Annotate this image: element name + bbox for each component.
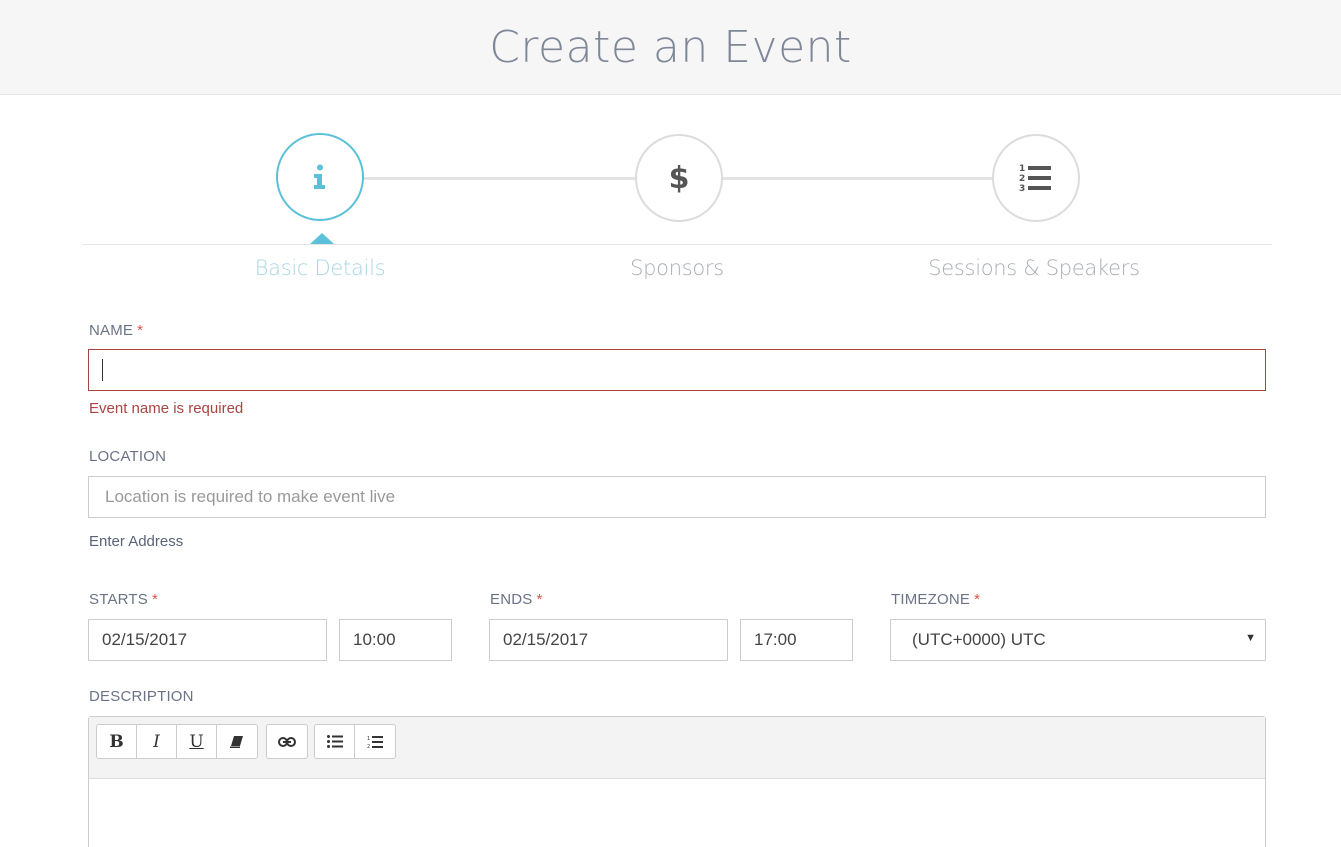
timezone-label: TIMEZONE *: [891, 591, 980, 608]
bullet-list-button[interactable]: [315, 725, 355, 758]
svg-text:2: 2: [1019, 174, 1025, 184]
timezone-label-text: TIMEZONE: [891, 591, 971, 608]
svg-text:1: 1: [367, 736, 370, 742]
italic-button[interactable]: I: [137, 725, 177, 758]
ends-label: ENDS *: [490, 591, 543, 608]
starts-label: STARTS *: [89, 591, 158, 608]
editor-toolbar: B I U 1 2: [89, 717, 1265, 779]
step-label-sponsors[interactable]: Sponsors: [527, 256, 827, 280]
required-marker: *: [536, 591, 543, 608]
numbered-list-icon: 1 2 3: [1019, 164, 1051, 193]
start-date-value: 02/15/2017: [102, 630, 188, 649]
enter-address-link[interactable]: Enter Address: [89, 533, 183, 550]
dropdown-caret-icon: ▼: [1245, 632, 1256, 644]
required-marker: *: [974, 591, 981, 608]
clear-format-button[interactable]: [217, 725, 257, 758]
stepper-connector: [720, 177, 995, 180]
text-cursor: [102, 359, 103, 381]
timezone-select[interactable]: (UTC+0000) UTC ▼: [890, 619, 1266, 661]
starts-label-text: STARTS: [89, 591, 148, 608]
description-editor[interactable]: B I U 1 2: [88, 716, 1266, 847]
link-button-group: [266, 724, 308, 759]
step-label-basic-details[interactable]: Basic Details: [170, 256, 470, 280]
svg-text:1: 1: [1019, 164, 1025, 174]
start-time-value: 10:00: [353, 630, 396, 649]
ordered-list-icon: 1 2: [367, 735, 383, 749]
active-step-caret: [310, 233, 334, 244]
timezone-value: (UTC+0000) UTC: [912, 630, 1046, 649]
underline-button[interactable]: U: [177, 725, 217, 758]
end-time-value: 17:00: [754, 630, 797, 649]
name-label-text: NAME: [89, 322, 134, 339]
link-icon: [278, 736, 296, 747]
steps-divider: [82, 244, 1272, 245]
start-date-input[interactable]: 02/15/2017: [88, 619, 327, 661]
svg-text:3: 3: [1019, 184, 1025, 193]
format-button-group: B I U: [96, 724, 258, 759]
step-sponsors[interactable]: $: [635, 134, 723, 222]
numbered-list-button[interactable]: 1 2: [355, 725, 395, 758]
required-marker: *: [137, 322, 144, 339]
bullet-list-icon: [326, 735, 343, 748]
description-label: DESCRIPTION: [89, 688, 194, 705]
ends-label-text: ENDS: [490, 591, 533, 608]
start-time-input[interactable]: 10:00: [339, 619, 452, 661]
location-label: LOCATION: [89, 448, 167, 465]
end-date-input[interactable]: 02/15/2017: [489, 619, 728, 661]
dollar-icon: $: [668, 160, 690, 196]
name-error-message: Event name is required: [89, 400, 244, 417]
step-sessions-speakers[interactable]: 1 2 3: [992, 134, 1080, 222]
eraser-icon: [230, 735, 243, 748]
page-header: Create an Event: [0, 0, 1341, 95]
required-marker: *: [152, 591, 159, 608]
step-label-sessions-speakers[interactable]: Sessions & Speakers: [884, 256, 1184, 280]
location-input[interactable]: Location is required to make event live: [88, 476, 1266, 518]
name-label: NAME *: [89, 322, 143, 339]
step-basic-details[interactable]: [276, 133, 364, 221]
end-time-input[interactable]: 17:00: [740, 619, 853, 661]
link-button[interactable]: [267, 725, 307, 758]
location-placeholder: Location is required to make event live: [105, 487, 396, 506]
list-button-group: 1 2: [314, 724, 396, 759]
svg-text:2: 2: [367, 744, 370, 749]
stepper-connector: [362, 177, 637, 180]
name-input[interactable]: [88, 349, 1266, 391]
bold-button[interactable]: B: [97, 725, 137, 758]
info-icon: [314, 164, 325, 189]
end-date-value: 02/15/2017: [503, 630, 589, 649]
page-title: Create an Event: [489, 22, 852, 73]
